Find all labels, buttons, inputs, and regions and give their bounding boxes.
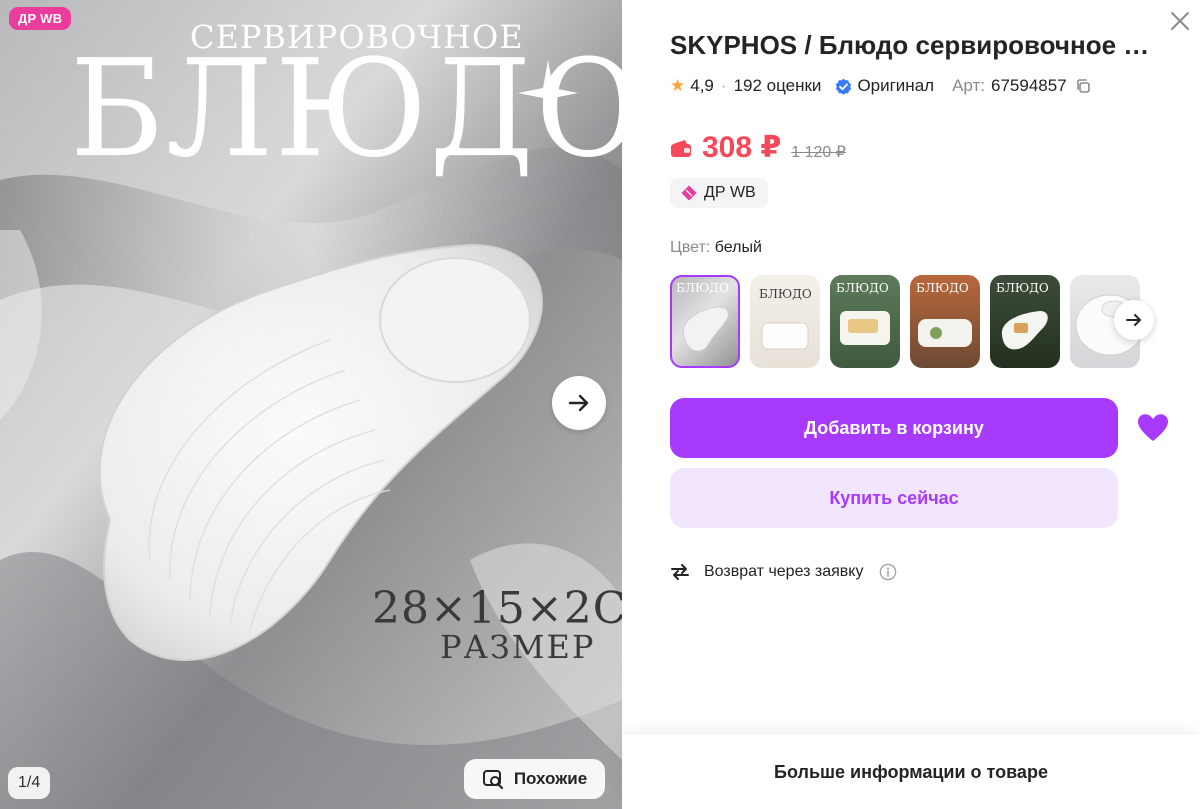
product-title[interactable]: SKYPHOS / Блюдо сервировочное фарфоровое [670,30,1156,61]
promo-chip-label: ДР WB [704,184,756,201]
heart-icon [1138,414,1168,441]
variant-image [1001,311,1048,350]
rating-value: 4,9 [690,76,714,95]
variant-image [761,322,809,350]
variant-image [840,311,890,345]
original-label: Оригинал [857,76,935,95]
return-arrows-icon [671,564,689,580]
photo-caption-size: 28×15×2СМ [372,583,622,634]
wallet-icon [670,138,692,158]
arrow-right-icon [568,394,589,412]
product-meta: ★ 4,9 · 192 оценки Оригинал Арт: 6759485… [670,76,1091,96]
similar-products-label: Похожие [513,769,588,788]
color-variant-1[interactable]: БЛЮДО [670,275,740,368]
color-selector-label: Цвет: белый [670,239,762,257]
product-info-panel: SKYPHOS / Блюдо сервировочное фарфоровое… [622,0,1200,809]
copy-article-button[interactable] [1075,78,1091,94]
similar-products-button[interactable]: Похожие [464,759,605,799]
product-quick-view: ДР WB СЕРВИРОВОЧНОЕ БЛЮДО 28×15×2СМ РАЗМ… [0,0,1200,809]
color-label: Цвет: [670,239,711,256]
variant-image [682,306,729,352]
more-info-button[interactable]: Больше информации о товаре [622,735,1200,809]
info-icon [880,563,897,581]
info-button[interactable] [879,563,897,581]
old-price: 1 120 ₽ [791,144,846,161]
buy-now-button[interactable]: Купить сейчас [670,468,1118,528]
return-text: Возврат через заявку [704,563,864,580]
promo-badge: ДР WB [9,7,72,30]
photo-caption-main: БЛЮДО [70,31,622,188]
color-variant-2[interactable]: БЛЮДО [750,275,820,368]
color-variant-4[interactable]: БЛЮДО [910,275,980,368]
add-to-cart-button[interactable]: Добавить в корзину [670,398,1118,458]
image-counter: 1/4 [8,767,51,799]
arrow-right-icon [1126,314,1141,326]
star-icon: ★ [670,76,686,95]
color-variant-3[interactable]: БЛЮДО [830,275,900,368]
promo-chip[interactable]: ДР WB [670,178,768,208]
variant-image [918,319,972,347]
add-to-favorites-button[interactable] [1136,411,1170,445]
return-policy: Возврат через заявку [668,560,897,584]
verified-icon [836,78,852,95]
copy-icon [1076,79,1090,93]
reviews-count-link[interactable]: 192 оценки [734,76,822,96]
color-value: белый [714,239,762,256]
original-badge: Оригинал [835,76,934,96]
color-variant-5[interactable]: БЛЮДО [990,275,1060,368]
article-value: 67594857 [991,76,1067,95]
product-image-gallery[interactable]: ДР WB СЕРВИРОВОЧНОЕ БЛЮДО 28×15×2СМ РАЗМ… [0,0,622,809]
variants-next-button[interactable] [1114,300,1154,340]
ticket-icon [681,185,697,201]
next-image-button[interactable] [552,376,606,430]
photo-caption-size-label: РАЗМЕР [440,628,596,666]
price-block: 308 ₽ 1 120 ₽ [670,130,846,165]
close-icon [1171,12,1189,30]
image-search-icon [482,770,503,790]
color-variants: БЛЮДО БЛЮДО БЛЮДО БЛЮДО БЛЮДО [670,275,1140,368]
separator-dot: · [720,76,727,95]
close-button[interactable] [1167,8,1193,34]
article-label: Арт: [952,76,986,95]
current-price: 308 ₽ [702,131,782,164]
